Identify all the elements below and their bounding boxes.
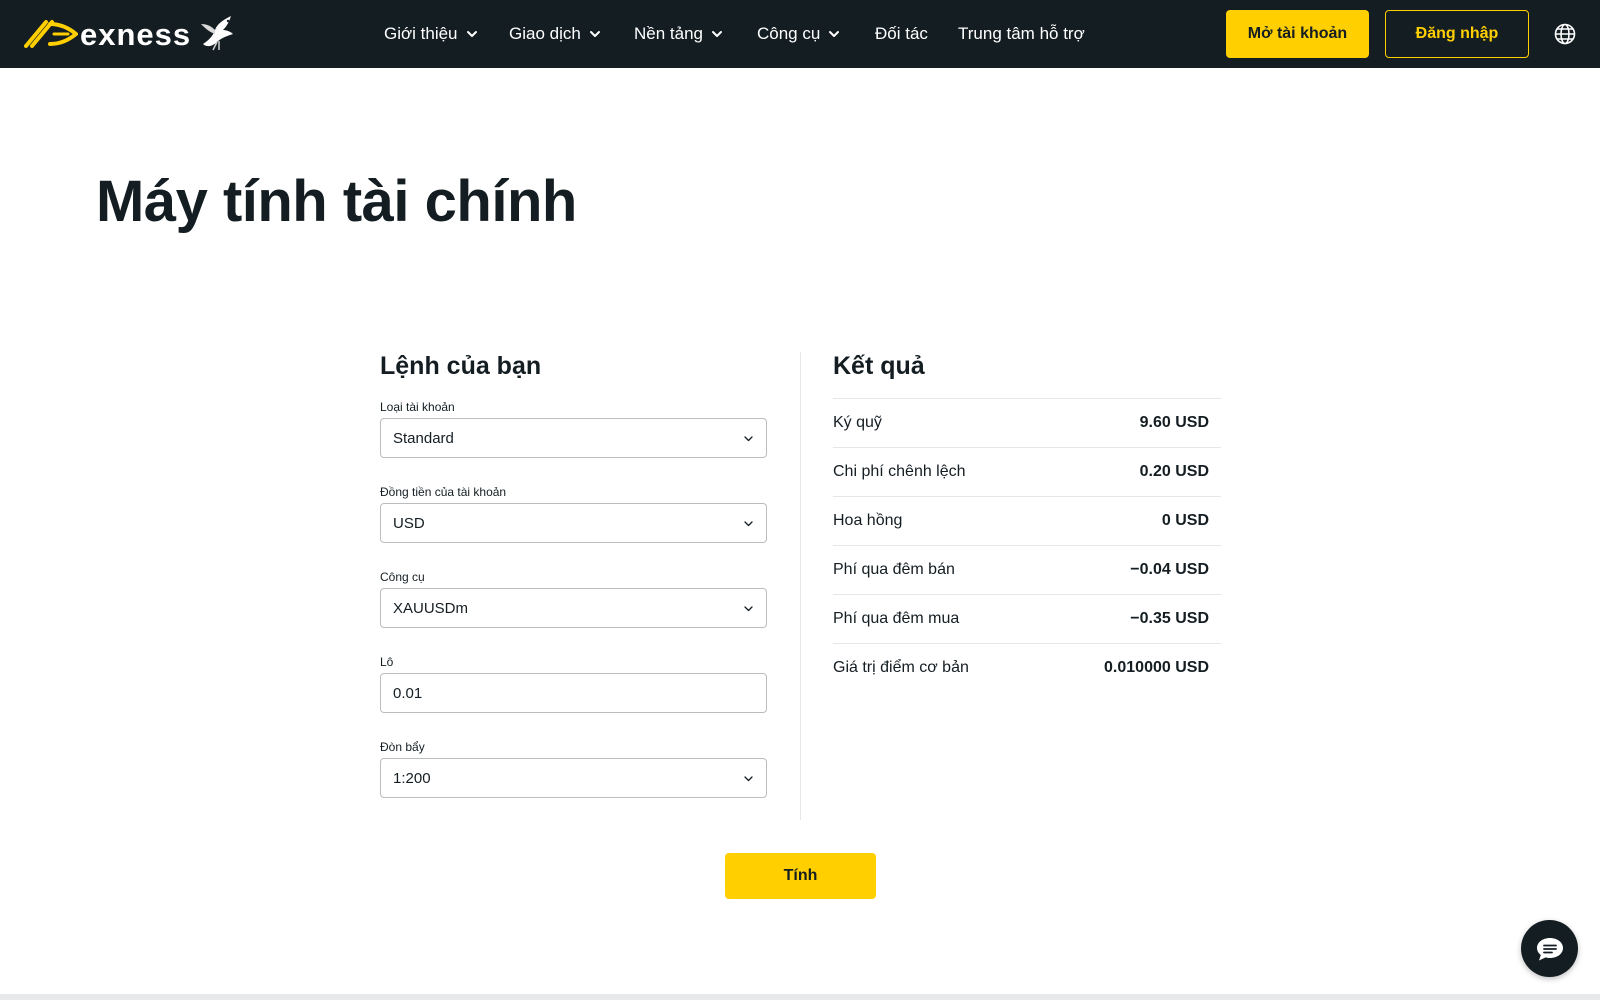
- result-label: Hoa hồng: [833, 512, 903, 529]
- nav-item-trading[interactable]: Giao dịch: [509, 20, 601, 48]
- nav-item-label: Giao dịch: [509, 24, 581, 43]
- instrument-value: XAUUSDm: [393, 599, 469, 617]
- column-divider: [800, 352, 801, 820]
- account-currency-value: USD: [393, 514, 425, 532]
- nav-item-platforms[interactable]: Nền tảng: [634, 20, 723, 48]
- chevron-down-icon: [744, 605, 753, 611]
- account-type-value: Standard: [393, 429, 454, 447]
- nav-item-help-center[interactable]: Trung tâm hỗ trợ: [958, 20, 1085, 48]
- chat-icon: [1536, 937, 1563, 960]
- result-row-swap-short: Phí qua đêm bán −0.04 USD: [833, 545, 1221, 594]
- nav-item-label: Công cụ: [757, 24, 821, 43]
- chevron-down-icon: [589, 31, 600, 37]
- chat-button[interactable]: [1521, 920, 1578, 977]
- result-value: 0 USD: [1161, 512, 1209, 529]
- result-row-commission: Hoa hồng 0 USD: [833, 496, 1221, 545]
- form-heading: Lệnh của bạn: [380, 352, 542, 380]
- instrument-select[interactable]: XAUUSDm: [380, 588, 767, 628]
- result-row-spread-cost: Chi phí chênh lệch 0.20 USD: [833, 447, 1221, 496]
- result-label: Chi phí chênh lệch: [833, 463, 966, 480]
- account-type-label: Loại tài khoản: [380, 400, 455, 414]
- chevron-down-icon: [829, 31, 840, 37]
- nav-item-label: Nền tảng: [634, 24, 703, 43]
- result-value: 0.20 USD: [1139, 463, 1209, 480]
- nav-item-tools[interactable]: Công cụ: [757, 20, 840, 48]
- exness-logo-mark-icon: [24, 20, 78, 48]
- login-button[interactable]: Đăng nhập: [1385, 10, 1529, 58]
- chevron-down-icon: [466, 31, 477, 37]
- exness-logo[interactable]: exness: [24, 14, 237, 54]
- nav-item-about[interactable]: Giới thiệu: [384, 20, 478, 48]
- result-row-margin: Ký quỹ 9.60 USD: [833, 398, 1221, 447]
- chevron-down-icon: [744, 435, 753, 441]
- chevron-down-icon: [744, 520, 753, 526]
- nav-item-label: Đối tác: [875, 24, 928, 43]
- account-type-select[interactable]: Standard: [380, 418, 767, 458]
- result-value: −0.35 USD: [1130, 610, 1209, 627]
- globe-icon[interactable]: [1554, 23, 1576, 45]
- result-row-swap-long: Phí qua đêm mua −0.35 USD: [833, 594, 1221, 643]
- leverage-value: 1:200: [393, 769, 431, 787]
- result-label: Phí qua đêm mua: [833, 610, 960, 627]
- account-currency-select[interactable]: USD: [380, 503, 767, 543]
- result-row-pip-value: Giá trị điểm cơ bản 0.010000 USD: [833, 643, 1221, 692]
- account-currency-label: Đồng tiền của tài khoản: [380, 485, 507, 499]
- result-label: Ký quỹ: [833, 414, 882, 431]
- top-navigation-bar: exness Giới thiệu Giao dịch Nền tảng Côn…: [0, 0, 1600, 68]
- leverage-label: Đòn bẩy: [380, 740, 425, 754]
- results-heading: Kết quả: [833, 352, 925, 380]
- dove-icon: [201, 16, 234, 51]
- chevron-down-icon: [744, 775, 753, 781]
- page-bottom-edge: [0, 994, 1600, 1000]
- result-value: −0.04 USD: [1130, 561, 1209, 578]
- page-title: Máy tính tài chính: [96, 169, 577, 234]
- nav-item-label: Giới thiệu: [384, 24, 458, 43]
- result-value: 0.010000 USD: [1104, 659, 1209, 676]
- chevron-down-icon: [712, 31, 722, 37]
- nav-item-partners[interactable]: Đối tác: [875, 20, 928, 48]
- lot-input[interactable]: 0.01: [380, 673, 767, 713]
- result-label: Phí qua đêm bán: [833, 561, 955, 578]
- open-account-button[interactable]: Mở tài khoản: [1226, 10, 1369, 58]
- lot-value: 0.01: [393, 684, 423, 702]
- calculate-button[interactable]: Tính: [725, 853, 876, 899]
- leverage-select[interactable]: 1:200: [380, 758, 767, 798]
- result-label: Giá trị điểm cơ bản: [833, 659, 969, 676]
- instrument-label: Công cụ: [380, 570, 425, 584]
- lot-label: Lô: [380, 655, 394, 669]
- nav-item-label: Trung tâm hỗ trợ: [958, 24, 1085, 43]
- result-value: 9.60 USD: [1139, 414, 1209, 431]
- logo-wordmark: exness: [80, 16, 192, 52]
